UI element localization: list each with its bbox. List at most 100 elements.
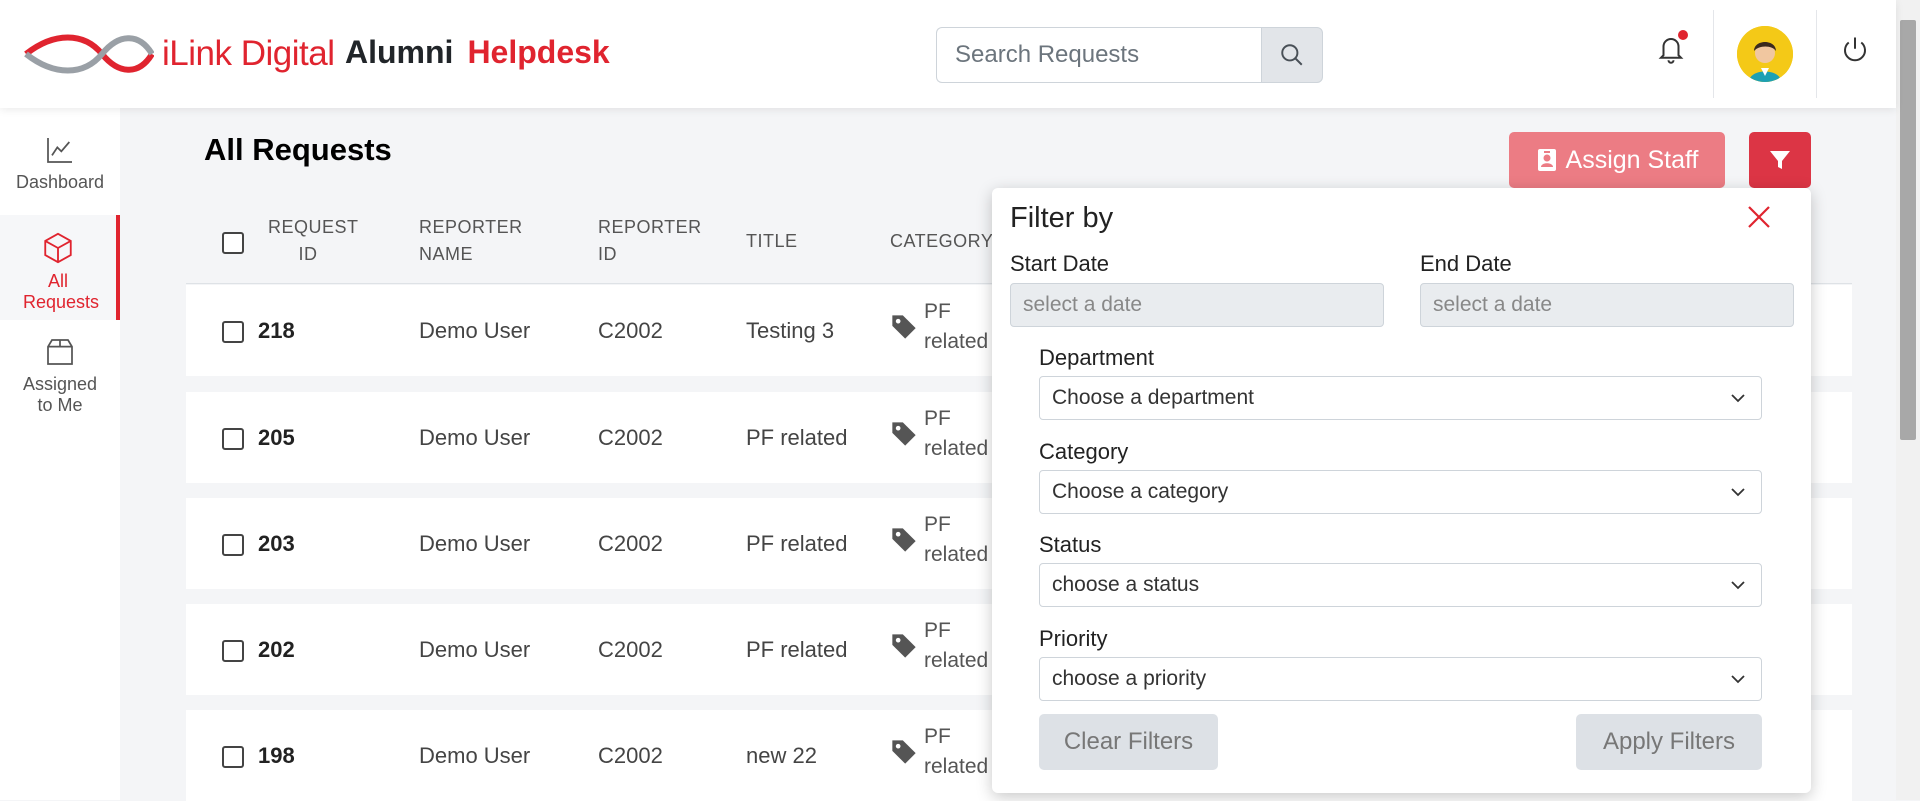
category-label-line: PF: [924, 513, 951, 536]
department-label: Department: [1039, 345, 1154, 370]
search-input[interactable]: [936, 27, 1261, 83]
top-header: iLink Digital Alumni Helpdesk: [0, 0, 1896, 108]
category-select-value: Choose a category: [1052, 480, 1229, 503]
department-select-value: Choose a department: [1052, 386, 1254, 409]
search-bar: [936, 27, 1323, 83]
priority-select-value: choose a priority: [1052, 667, 1207, 690]
reporter-id: C2002: [598, 531, 663, 556]
category-label-line: related: [924, 649, 989, 672]
category-label: PF related: [924, 297, 988, 357]
column-header-request-id[interactable]: REQUEST ID: [268, 214, 358, 268]
row-checkbox[interactable]: [222, 746, 244, 768]
logout-button[interactable]: [1840, 35, 1870, 70]
row-checkbox[interactable]: [222, 428, 244, 450]
end-date-input[interactable]: [1420, 283, 1794, 327]
request-title: PF related: [746, 637, 848, 662]
ilink-swoosh-icon: [24, 34, 154, 74]
sidebar: Dashboard All Requests Assigned to Me: [0, 108, 120, 800]
filter-funnel-icon: [1770, 151, 1790, 169]
close-icon: [1748, 206, 1770, 228]
header-divider: [1713, 10, 1714, 98]
end-date-label: End Date: [1420, 251, 1512, 276]
category-cell: PF related: [890, 297, 988, 357]
category-cell: PF related: [890, 510, 988, 570]
request-id: 205: [258, 425, 295, 450]
chevron-down-icon: [1731, 488, 1745, 497]
column-header-category[interactable]: CATEGORY: [890, 228, 993, 255]
clear-filters-button[interactable]: Clear Filters: [1039, 714, 1218, 770]
category-label-line: related: [924, 437, 989, 460]
reporter-name: Demo User: [419, 318, 531, 343]
start-date-input[interactable]: [1010, 283, 1384, 327]
request-id: 198: [258, 743, 295, 768]
chevron-down-icon: [1731, 675, 1745, 684]
chevron-down-icon: [1731, 394, 1745, 403]
priority-select[interactable]: choose a priority: [1039, 657, 1762, 701]
assign-staff-label: Assign Staff: [1565, 145, 1699, 174]
category-label: PF related: [924, 510, 988, 570]
row-checkbox[interactable]: [222, 640, 244, 662]
assign-staff-button[interactable]: Assign Staff: [1509, 132, 1725, 188]
category-label: PF related: [924, 722, 988, 782]
tag-icon: [892, 634, 916, 658]
page-scrollbar[interactable]: [1896, 0, 1920, 800]
user-avatar-icon: [1737, 26, 1793, 82]
status-select[interactable]: choose a status: [1039, 563, 1762, 607]
row-checkbox[interactable]: [222, 321, 244, 343]
column-header-reporter-name[interactable]: REPORTER NAME: [419, 214, 529, 268]
request-id: 203: [258, 531, 295, 556]
id-badge-icon: [1537, 149, 1556, 171]
power-icon: [1844, 37, 1866, 62]
category-label-line: related: [924, 330, 989, 353]
reporter-name: Demo User: [419, 743, 531, 768]
category-select[interactable]: Choose a category: [1039, 470, 1762, 514]
category-label-line: PF: [924, 619, 951, 642]
user-avatar[interactable]: [1737, 26, 1793, 82]
request-id: 218: [258, 318, 295, 343]
request-title: new 22: [746, 743, 817, 768]
request-title: PF related: [746, 531, 848, 556]
search-button[interactable]: [1261, 27, 1323, 83]
category-cell: PF related: [890, 722, 988, 782]
scrollbar-thumb[interactable]: [1900, 20, 1916, 440]
priority-label: Priority: [1039, 626, 1108, 651]
category-label-line: related: [924, 755, 989, 778]
select-all-checkbox[interactable]: [222, 232, 244, 254]
department-select[interactable]: Choose a department: [1039, 376, 1762, 420]
app-title-helpdesk: Helpdesk: [467, 34, 610, 70]
ilink-logo[interactable]: iLink Digital: [24, 30, 335, 78]
tag-icon: [892, 315, 916, 339]
reporter-name: Demo User: [419, 425, 531, 450]
reporter-name: Demo User: [419, 531, 531, 556]
notification-button[interactable]: [1656, 30, 1688, 71]
row-checkbox[interactable]: [222, 534, 244, 556]
request-title: PF related: [746, 425, 848, 450]
close-filter-button[interactable]: [1744, 202, 1774, 237]
apply-filters-button[interactable]: Apply Filters: [1576, 714, 1762, 770]
start-date-label: Start Date: [1010, 251, 1110, 276]
chevron-down-icon: [1731, 581, 1745, 590]
reporter-name: Demo User: [419, 637, 531, 662]
status-select-value: choose a status: [1052, 573, 1200, 596]
category-label-line: PF: [924, 407, 951, 430]
category-cell: PF related: [890, 404, 988, 464]
status-label: Status: [1039, 532, 1102, 557]
category-label-line: related: [924, 543, 989, 566]
logo-text: iLink Digital: [162, 34, 335, 73]
sidebar-item-all-requests[interactable]: All Requests: [0, 215, 120, 320]
reporter-id: C2002: [598, 425, 663, 450]
filter-toggle-button[interactable]: [1749, 132, 1811, 188]
category-label-line: PF: [924, 300, 951, 323]
filter-title: Filter by: [1010, 202, 1114, 234]
sidebar-item-assigned-to-me[interactable]: Assigned to Me: [0, 336, 120, 416]
search-icon: [1281, 44, 1303, 66]
sidebar-item-dashboard[interactable]: Dashboard: [0, 134, 120, 193]
column-header-title[interactable]: TITLE: [746, 228, 798, 255]
category-label: Category: [1039, 439, 1129, 464]
column-header-reporter-id[interactable]: REPORTER ID: [598, 214, 708, 268]
category-label-line: PF: [924, 725, 951, 748]
tag-icon: [892, 740, 916, 764]
notification-dot: [1678, 30, 1688, 40]
request-title: Testing 3: [746, 318, 835, 343]
request-id: 202: [258, 637, 295, 662]
